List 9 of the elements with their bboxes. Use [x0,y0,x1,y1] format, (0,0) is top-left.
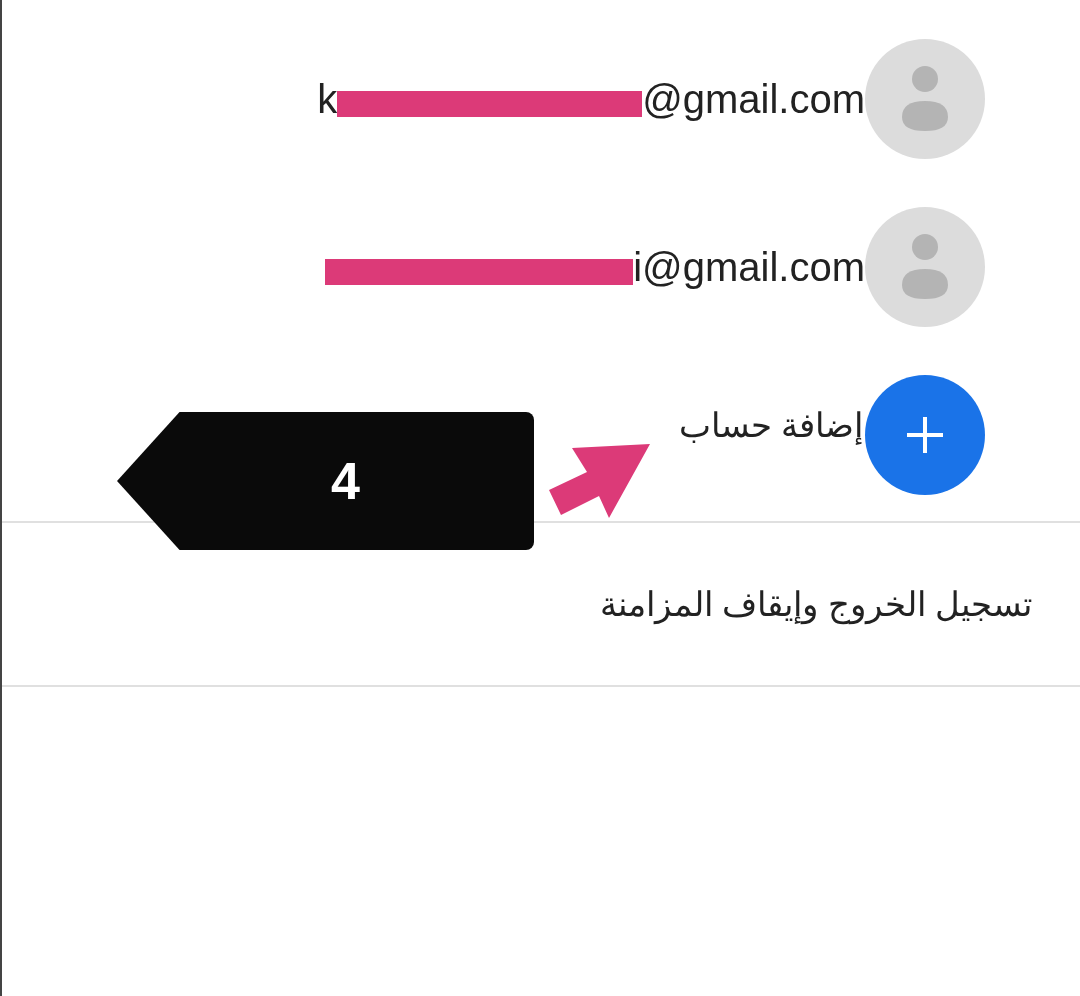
avatar-icon [865,39,985,159]
sign-out-option[interactable]: تسجيل الخروج وإيقاف المزامنة [599,578,1032,630]
account-email: k [317,76,338,123]
account-email: i@gmail.com [633,244,865,291]
step-number: 4 [331,451,360,512]
avatar-icon [865,207,985,327]
add-account-label[interactable]: إضافة حساب [678,399,863,451]
account-email: @gmail.com [642,76,865,123]
plus-icon [905,415,945,455]
